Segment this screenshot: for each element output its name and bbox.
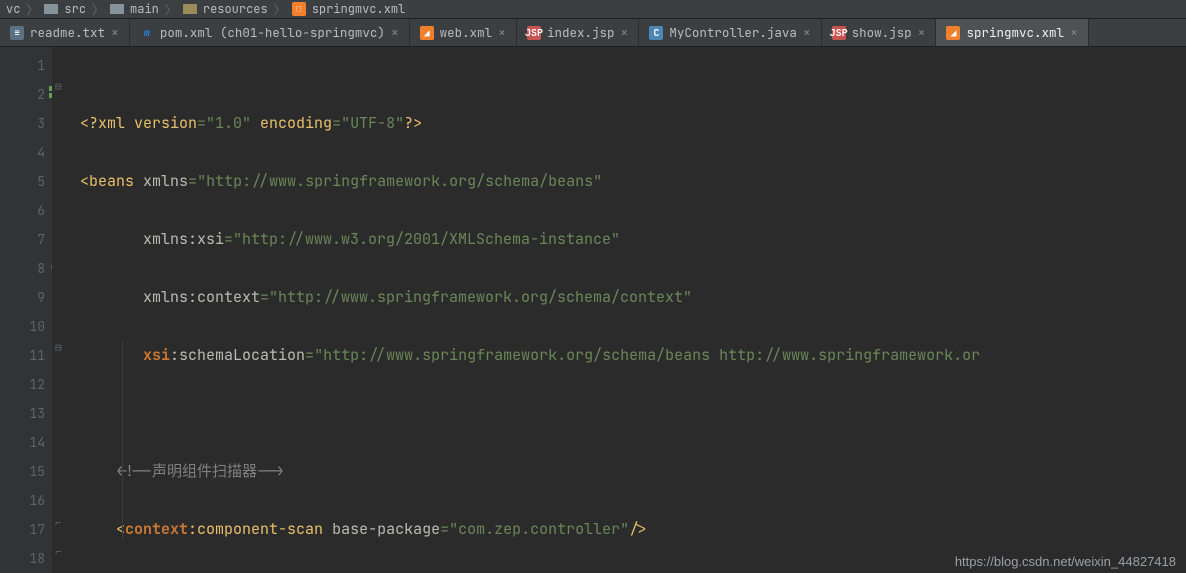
code-content[interactable]: <?xml version="1.0" encoding="UTF-8"?> <… <box>70 47 1186 573</box>
close-icon[interactable]: × <box>391 24 399 41</box>
line-number: 16 <box>0 486 45 515</box>
fold-end-icon[interactable]: ⌐ <box>55 516 62 530</box>
breadcrumb-item[interactable]: springmvc.xml <box>312 1 406 17</box>
close-icon[interactable]: × <box>621 24 629 41</box>
breadcrumb-item[interactable]: resources <box>203 1 268 17</box>
code-line: <context:component-scan base-package="co… <box>80 515 1186 544</box>
folder-icon <box>44 4 58 14</box>
maven-file-icon: m <box>140 26 154 40</box>
code-line: <beans xmlns="http://www.springframework… <box>80 167 1186 196</box>
tab-label: web.xml <box>440 24 493 41</box>
close-icon[interactable]: × <box>918 24 926 41</box>
fold-end-icon[interactable]: ⌐ <box>55 545 62 559</box>
fold-toggle-icon[interactable]: ⊟ <box>55 341 62 355</box>
tab-label: show.jsp <box>852 24 912 41</box>
xml-file-icon: ◢ <box>946 26 960 40</box>
line-number: 11 <box>0 341 45 370</box>
breadcrumb: vc 〉 src 〉 main 〉 resources 〉 ⬚ springmv… <box>0 0 1186 19</box>
line-number: 1 <box>0 51 45 80</box>
jsp-file-icon: JSP <box>832 26 846 40</box>
tab-springmvcxml[interactable]: ◢ springmvc.xml × <box>936 19 1088 46</box>
tab-indexjsp[interactable]: JSP index.jsp × <box>517 19 639 46</box>
tab-label: springmvc.xml <box>966 24 1064 41</box>
line-number: 15 <box>0 457 45 486</box>
line-number: 12 <box>0 370 45 399</box>
line-number: 7 <box>0 225 45 254</box>
line-number: 8 <box>0 254 45 283</box>
close-icon[interactable]: × <box>1070 24 1078 41</box>
breadcrumb-item[interactable]: src <box>64 1 86 17</box>
breadcrumb-item[interactable]: vc <box>6 1 20 17</box>
xml-file-icon: ◢ <box>420 26 434 40</box>
code-line: xsi:schemaLocation="http://www.springfra… <box>80 341 1186 370</box>
line-number: 17 <box>0 515 45 544</box>
code-line: <?xml version="1.0" encoding="UTF-8"?> <box>80 109 1186 138</box>
jsp-file-icon: JSP <box>527 26 541 40</box>
line-gutter: 1 2 3 4 5 6 7 8 9 10 11 12 13 14 15 16 1… <box>0 47 52 573</box>
resources-folder-icon <box>183 4 197 14</box>
breadcrumb-sep: 〉 <box>26 1 38 18</box>
tab-label: index.jsp <box>547 24 615 41</box>
tab-pom[interactable]: m pom.xml (ch01-hello-springmvc) × <box>130 19 410 46</box>
code-line: <!--声明组件扫描器--> <box>80 457 1186 486</box>
fold-column: ⊟ ⊟ ⌐ ⌐ <box>52 47 70 573</box>
breadcrumb-item[interactable]: main <box>130 1 159 17</box>
tab-webxml[interactable]: ◢ web.xml × <box>410 19 517 46</box>
text-file-icon: ≡ <box>10 26 24 40</box>
line-number: 5 <box>0 167 45 196</box>
line-number: 6 <box>0 196 45 225</box>
line-number: 14 <box>0 428 45 457</box>
watermark-text: https://blog.csdn.net/weixin_44827418 <box>955 554 1176 569</box>
breadcrumb-sep: 〉 <box>274 1 286 18</box>
close-icon[interactable]: × <box>111 24 119 41</box>
line-number: 10 <box>0 312 45 341</box>
tab-label: MyController.java <box>669 24 797 41</box>
java-class-icon: C <box>649 26 663 40</box>
editor-tabs: ≡ readme.txt × m pom.xml (ch01-hello-spr… <box>0 19 1186 47</box>
code-line <box>80 399 1186 428</box>
close-icon[interactable]: × <box>498 24 506 41</box>
code-line: xmlns:context="http://www.springframewor… <box>80 283 1186 312</box>
code-editor[interactable]: 1 2 3 4 5 6 7 8 9 10 11 12 13 14 15 16 1… <box>0 47 1186 573</box>
line-number: 4 <box>0 138 45 167</box>
tab-mycontroller[interactable]: C MyController.java × <box>639 19 821 46</box>
line-number: 18 <box>0 544 45 573</box>
tab-showjsp[interactable]: JSP show.jsp × <box>822 19 937 46</box>
breadcrumb-sep: 〉 <box>92 1 104 18</box>
line-number: 9 <box>0 283 45 312</box>
breadcrumb-sep: 〉 <box>165 1 177 18</box>
line-number: 13 <box>0 399 45 428</box>
xml-file-icon: ⬚ <box>292 2 306 16</box>
tab-readme[interactable]: ≡ readme.txt × <box>0 19 130 46</box>
tab-label: readme.txt <box>30 24 105 41</box>
close-icon[interactable]: × <box>803 24 811 41</box>
line-number: 2 <box>0 80 45 109</box>
line-number: 3 <box>0 109 45 138</box>
tab-label: pom.xml (ch01-hello-springmvc) <box>160 24 385 41</box>
fold-toggle-icon[interactable]: ⊟ <box>55 80 62 94</box>
folder-icon <box>110 4 124 14</box>
code-line: xmlns:xsi="http://www.w3.org/2001/XMLSch… <box>80 225 1186 254</box>
